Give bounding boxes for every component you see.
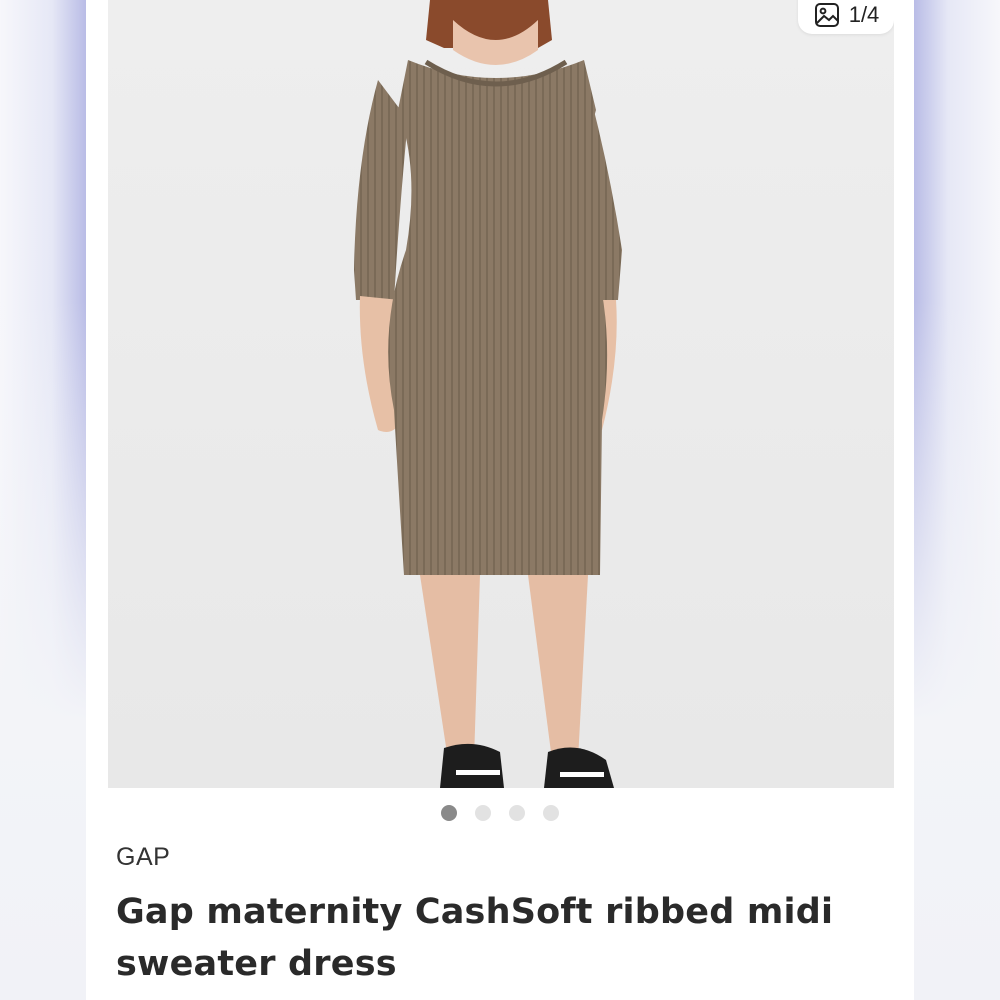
product-photo[interactable]: 1/4 [108, 0, 894, 788]
image-counter-text: 1/4 [848, 2, 880, 27]
carousel-dot-2[interactable] [475, 805, 491, 821]
product-photo-illustration [108, 0, 894, 788]
page: 1/4 GAP Gap maternity CashSoft ribbed mi… [0, 0, 1000, 1000]
image-counter-badge[interactable]: 1/4 [798, 0, 894, 34]
brand-name[interactable]: GAP [116, 843, 170, 872]
carousel-dot-3[interactable] [509, 805, 525, 821]
listing-card: 1/4 GAP Gap maternity CashSoft ribbed mi… [86, 0, 914, 1000]
carousel-dot-4[interactable] [543, 805, 559, 821]
image-stack-icon [814, 3, 839, 27]
listing-title: Gap maternity CashSoft ribbed midi sweat… [116, 892, 834, 984]
carousel-pagination [86, 805, 914, 821]
right-blur-backdrop [914, 0, 1000, 1000]
carousel-dot-1[interactable] [441, 805, 457, 821]
left-blur-backdrop [0, 0, 86, 1000]
